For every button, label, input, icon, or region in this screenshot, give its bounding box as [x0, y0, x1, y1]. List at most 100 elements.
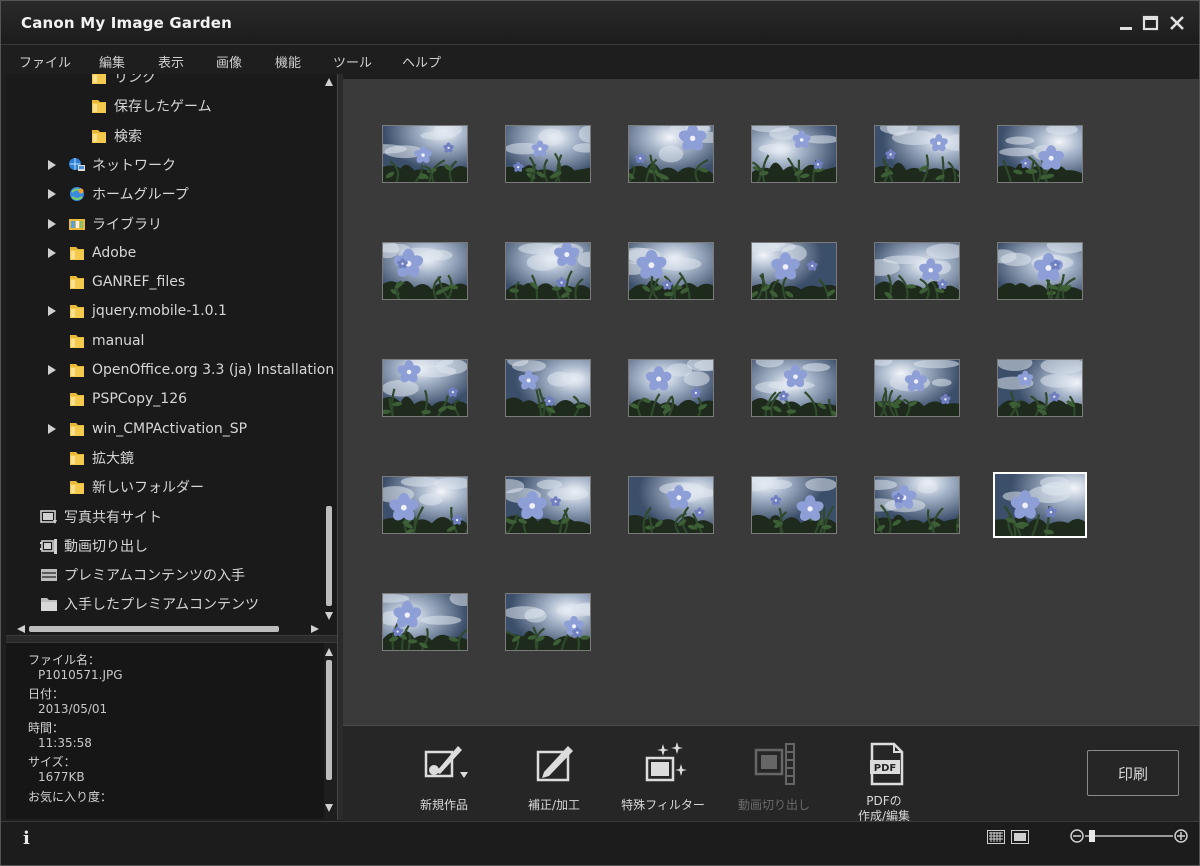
tree-item-label: プレミアムコンテンツの入手: [64, 568, 246, 585]
photo-thumbnail[interactable]: [382, 593, 468, 651]
tree-item[interactable]: リンク: [90, 74, 156, 90]
photo-thumbnail[interactable]: [874, 242, 960, 300]
menu-function[interactable]: 機能: [275, 52, 301, 71]
tree-item[interactable]: GANREF_files: [46, 269, 185, 295]
tree-item[interactable]: PSPCopy_126: [46, 386, 187, 412]
photo-thumbnail[interactable]: [505, 125, 591, 183]
photo-thumbnail[interactable]: [993, 472, 1087, 538]
expand-arrow-icon[interactable]: [46, 159, 58, 171]
tree-item[interactable]: 新しいフォルダー: [46, 474, 204, 500]
special-filter-button[interactable]: 特殊フィルター: [608, 734, 718, 818]
tree-item[interactable]: OpenOffice.org 3.3 (ja) Installation Fil…: [46, 357, 336, 383]
expand-arrow-icon[interactable]: [46, 364, 58, 376]
photo-image: [752, 477, 836, 533]
photo-thumbnail[interactable]: [997, 125, 1083, 183]
photo-image: [752, 126, 836, 182]
menu-image[interactable]: 画像: [216, 52, 242, 71]
photo-thumbnail[interactable]: [751, 242, 837, 300]
menu-file[interactable]: ファイル: [19, 52, 71, 71]
tree-item-label: win_CMPActivation_SP: [92, 420, 248, 437]
expand-arrow-icon[interactable]: [46, 423, 58, 435]
pdf-button[interactable]: PDF PDFの 作成/編集: [829, 734, 939, 823]
zoom-slider[interactable]: [1069, 826, 1189, 846]
photo-thumbnail[interactable]: [505, 242, 591, 300]
photo-thumbnail[interactable]: [874, 125, 960, 183]
maximize-icon[interactable]: [1141, 13, 1161, 33]
info-vertical-scrollbar[interactable]: [323, 646, 335, 818]
correct-edit-button[interactable]: 補正/加工: [499, 734, 609, 818]
photo-thumbnail[interactable]: [751, 125, 837, 183]
photo-thumbnail[interactable]: [382, 359, 468, 417]
photo-thumbnail[interactable]: [382, 476, 468, 534]
arrow-spacer: [46, 452, 58, 464]
correct-edit-icon: [536, 746, 573, 782]
photo-thumbnail[interactable]: [505, 593, 591, 651]
tree-item[interactable]: 保存したゲーム: [90, 93, 212, 119]
special-filter-label: 特殊フィルター: [621, 798, 705, 812]
photo-thumbnail[interactable]: [751, 476, 837, 534]
tree-item[interactable]: jquery.mobile-1.0.1: [46, 298, 227, 324]
menu-view[interactable]: 表示: [158, 52, 184, 71]
tree-item[interactable]: 入手したプレミアムコンテンツ: [40, 591, 259, 617]
panel-splitter-horizontal[interactable]: [6, 635, 337, 643]
tree-item[interactable]: ホームグループ: [46, 181, 189, 207]
menu-tools[interactable]: ツール: [333, 52, 372, 71]
tree-item-label: 新しいフォルダー: [92, 480, 204, 497]
photo-thumbnail[interactable]: [505, 359, 591, 417]
tree-vertical-scrollbar[interactable]: [323, 74, 335, 634]
photo-image: [506, 243, 590, 299]
new-work-button[interactable]: 新規作品: [389, 734, 499, 818]
filename-label: ファイル名：: [28, 653, 101, 667]
scroll-thumb: [326, 506, 332, 606]
video-frame-capture-label: 動画切り出し: [737, 798, 810, 812]
folder-icon: [92, 129, 106, 143]
photo-thumbnail[interactable]: [997, 359, 1083, 417]
single-view-icon[interactable]: [1011, 830, 1029, 844]
tree-item-label: ネットワーク: [92, 157, 176, 174]
expand-arrow-icon[interactable]: [46, 305, 58, 317]
time-value: 11:35:58: [38, 736, 92, 750]
photo-thumbnail[interactable]: [505, 476, 591, 534]
photo-thumbnail[interactable]: [382, 242, 468, 300]
photo-share-icon: [40, 509, 57, 524]
photo-thumbnail[interactable]: [382, 125, 468, 183]
tree-item[interactable]: manual: [46, 328, 144, 354]
folder-icon: [70, 305, 84, 319]
photo-thumbnail[interactable]: [628, 242, 714, 300]
tree-item[interactable]: ライブラリ: [46, 211, 162, 237]
tree-item[interactable]: 検索: [90, 123, 142, 149]
photo-image: [998, 243, 1082, 299]
tree-item[interactable]: 動画切り出し: [40, 533, 148, 559]
tree-item[interactable]: win_CMPActivation_SP: [46, 416, 247, 442]
photo-thumbnail[interactable]: [751, 359, 837, 417]
minimize-icon[interactable]: [1117, 13, 1137, 33]
expand-arrow-icon[interactable]: [46, 218, 58, 230]
grid-view-icon[interactable]: [987, 830, 1005, 844]
print-button[interactable]: 印刷: [1087, 750, 1179, 796]
video-frame-capture-icon: [754, 743, 795, 785]
photo-thumbnail[interactable]: [628, 476, 714, 534]
expand-arrow-icon[interactable]: [46, 188, 58, 200]
info-icon[interactable]: i: [23, 828, 30, 849]
network-icon: [69, 157, 85, 171]
photo-image: [383, 126, 467, 182]
tree-item[interactable]: 写真共有サイト: [40, 504, 162, 530]
menu-edit[interactable]: 編集: [99, 52, 125, 71]
tree-item[interactable]: 拡大鏡: [46, 445, 134, 471]
close-icon[interactable]: [1167, 13, 1187, 33]
photo-thumbnail[interactable]: [628, 125, 714, 183]
tree-item[interactable]: Adobe: [46, 240, 136, 266]
time-label: 時間：: [28, 721, 65, 735]
photo-thumbnail[interactable]: [997, 242, 1083, 300]
tree-item[interactable]: ネットワーク: [46, 152, 176, 178]
tree-item[interactable]: プレミアムコンテンツの入手: [40, 562, 245, 588]
menu-help[interactable]: ヘルプ: [402, 52, 441, 71]
photo-thumbnail[interactable]: [628, 359, 714, 417]
expand-arrow-icon[interactable]: [46, 247, 58, 259]
title-bar[interactable]: Canon My Image Garden: [1, 1, 1199, 45]
video-frame-capture-button[interactable]: 動画切り出し: [719, 734, 829, 818]
photo-thumbnail[interactable]: [874, 359, 960, 417]
date-value: 2013/05/01: [38, 702, 108, 716]
photo-thumbnail[interactable]: [874, 476, 960, 534]
tree-horizontal-scrollbar[interactable]: [15, 623, 321, 635]
